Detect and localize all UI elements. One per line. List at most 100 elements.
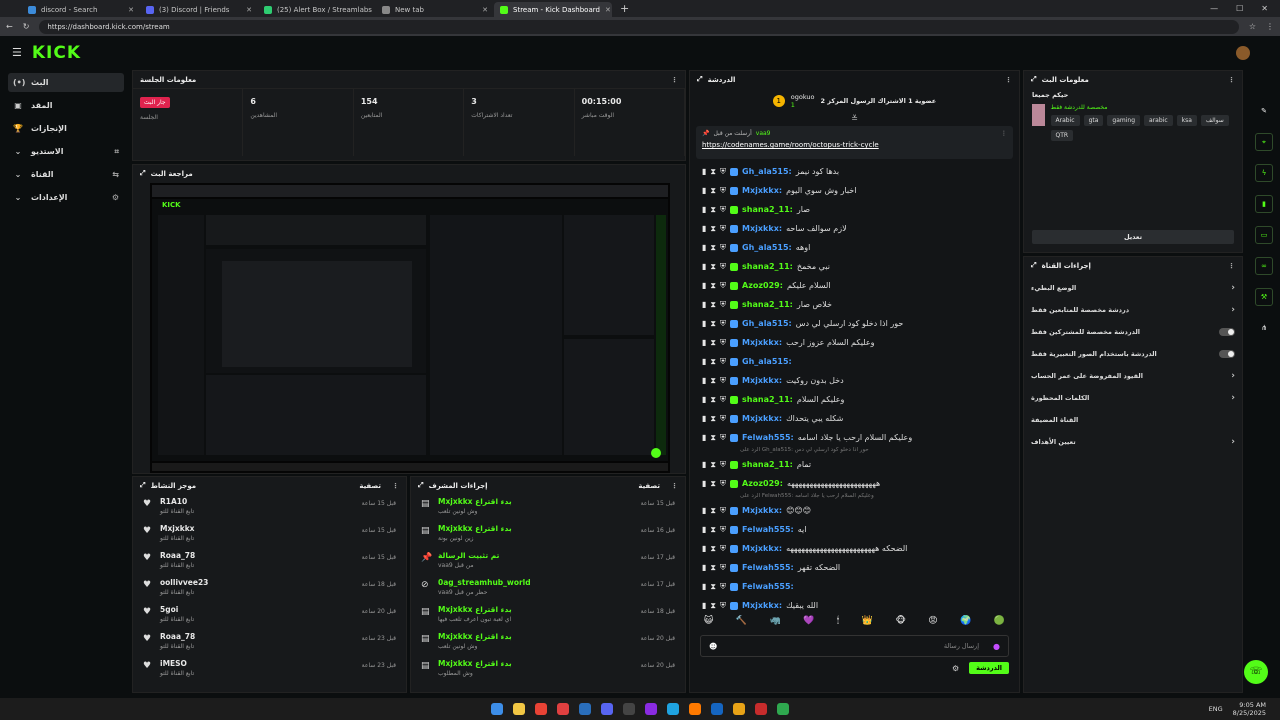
timeout-icon[interactable]: ⧗: [710, 433, 716, 443]
browser-tab[interactable]: Stream - Kick Dashboard ✕: [494, 2, 612, 17]
stream-tag[interactable]: gaming: [1107, 115, 1141, 126]
mod-tools-icon[interactable]: ▮: [702, 460, 706, 469]
edge-icon[interactable]: [667, 703, 679, 715]
mod-tools-icon[interactable]: ▮: [702, 601, 706, 610]
chat-username[interactable]: Mxjxkkx:: [742, 601, 782, 610]
maximize-icon[interactable]: ☐: [1236, 4, 1243, 13]
timeout-icon[interactable]: ⧗: [710, 395, 716, 405]
mod-tools-icon[interactable]: ▮: [702, 224, 706, 233]
sidebar-item[interactable]: ⌄ الاستديو ⌗: [8, 142, 124, 161]
chat-username[interactable]: shana2_11:: [742, 460, 793, 469]
mod-tools-icon[interactable]: ▮: [702, 479, 706, 488]
more-icon[interactable]: ⋮: [1228, 262, 1235, 270]
chevron-right-icon[interactable]: ›: [1231, 305, 1235, 315]
youtube-icon[interactable]: [557, 703, 569, 715]
stream-tag[interactable]: ksa: [1176, 115, 1197, 126]
language-indicator[interactable]: ENG: [1209, 705, 1223, 713]
chrome-icon[interactable]: [535, 703, 547, 715]
chat-username[interactable]: Mxjxkkx:: [742, 506, 782, 515]
emote-icon[interactable]: 🔨: [736, 616, 747, 626]
toggle-switch[interactable]: [1219, 328, 1235, 336]
mod-tools-icon[interactable]: ▮: [702, 205, 706, 214]
timeout-icon[interactable]: ⧗: [710, 582, 716, 592]
record-icon[interactable]: [755, 703, 767, 715]
activity-filter[interactable]: تصفية: [359, 482, 381, 490]
tab-close-icon[interactable]: ✕: [605, 6, 611, 14]
stream-preview-video[interactable]: KICK: [150, 183, 670, 473]
chat-username[interactable]: shana2_11:: [742, 262, 793, 271]
browser-tab[interactable]: (3) Discord | Friends ✕: [140, 2, 258, 17]
channel-action-row[interactable]: الكلمات المحظورة ›: [1024, 387, 1242, 409]
emote-icon[interactable]: 💜: [803, 616, 814, 626]
mic-icon[interactable]: ●: [993, 642, 1000, 651]
emoji-picker-icon[interactable]: ☻: [709, 642, 717, 651]
emote-icon[interactable]: 😺: [704, 616, 713, 626]
chat-message[interactable]: ▮ ⧗ ⛨ Gh_ala515: بدها كود نيمز: [690, 162, 1019, 181]
clock[interactable]: 9:05 AM 8/25/2025: [1233, 701, 1266, 717]
more-icon[interactable]: ⋮: [392, 482, 399, 490]
chat-message[interactable]: ▮ ⧗ ⛨ shana2_11: تمام: [690, 455, 1019, 474]
emote-icon[interactable]: 🟢: [994, 616, 1005, 626]
chat-message[interactable]: ▮ ⧗ ⛨ shana2_11: وعليكم السلام: [690, 390, 1019, 409]
xbox-icon[interactable]: [777, 703, 789, 715]
sidebar-item-action-icon[interactable]: ⇆: [112, 170, 119, 179]
chat-message[interactable]: ▮ ⧗ ⛨ Azoz029: ههههههههههههههههههههههههه: [690, 474, 1019, 493]
unpin-icon[interactable]: ⋮: [1001, 130, 1007, 137]
browser-tab[interactable]: (25) Alert Box / Streamlabs✕: [258, 2, 376, 17]
sidebar-item-action-icon[interactable]: ⌗: [114, 147, 119, 157]
emote-icon[interactable]: 🦏: [769, 616, 780, 626]
collapse-icon[interactable]: ⤢: [418, 481, 424, 490]
timeout-icon[interactable]: ⧗: [710, 186, 716, 196]
collapse-icon[interactable]: ⤢: [1031, 75, 1037, 84]
steam-icon[interactable]: [579, 703, 591, 715]
toggle-switch[interactable]: [1219, 350, 1235, 358]
chat-message[interactable]: ▮ ⧗ ⛨ Felwah555: وعليكم السلام ارحب يا جلاد …: [690, 428, 1019, 447]
mod-tools-icon[interactable]: ▮: [702, 357, 706, 366]
chat-username[interactable]: Gh_ala515:: [742, 357, 792, 366]
chat-message[interactable]: ▮ ⧗ ⛨ Gh_ala515: اوهه: [690, 238, 1019, 257]
chat-username[interactable]: Azoz029:: [742, 281, 783, 290]
star-icon[interactable]: ☆: [1249, 22, 1256, 31]
mod-tools-icon[interactable]: ▮: [702, 300, 706, 309]
vpn-icon[interactable]: [711, 703, 723, 715]
timeout-icon[interactable]: ⧗: [710, 544, 716, 554]
chat-message[interactable]: ▮ ⧗ ⛨ Mxjxkkx: شكله يبي يتحداك: [690, 409, 1019, 428]
timeout-icon[interactable]: ⧗: [710, 376, 716, 386]
sidebar-item[interactable]: (•) البث: [8, 73, 124, 92]
timeout-icon[interactable]: ⧗: [710, 262, 716, 272]
chat-username[interactable]: shana2_11:: [742, 395, 793, 404]
mod-tools-icon[interactable]: ▮: [702, 338, 706, 347]
chat-username[interactable]: Felwah555:: [742, 563, 794, 572]
mod-tools-icon[interactable]: ▮: [702, 243, 706, 252]
chevron-right-icon[interactable]: ›: [1231, 437, 1235, 447]
chat-username[interactable]: Gh_ala515:: [742, 243, 792, 252]
chat-message[interactable]: ▮ ⧗ ⛨ Mxjxkkx: لازم سوالف ساحه: [690, 219, 1019, 238]
timeout-icon[interactable]: ⧗: [710, 460, 716, 470]
chat-username[interactable]: shana2_11:: [742, 300, 793, 309]
timeout-icon[interactable]: ⧗: [710, 525, 716, 535]
chat-bubble-icon[interactable]: ▭: [1255, 226, 1273, 244]
mod-tools-icon[interactable]: ▮: [702, 525, 706, 534]
mod-tools-icon[interactable]: ▮: [702, 186, 706, 195]
collapse-icon[interactable]: ⤢: [697, 75, 703, 84]
timeout-icon[interactable]: ⧗: [710, 281, 716, 291]
mod-tools-icon[interactable]: ▮: [702, 506, 706, 515]
channel-action-row[interactable]: تعيين الأهداف ›: [1024, 431, 1242, 453]
edit-button[interactable]: تعديل: [1032, 230, 1234, 244]
collapse-icon[interactable]: ⤢: [1031, 261, 1037, 270]
chat-username[interactable]: Mxjxkkx:: [742, 224, 782, 233]
reload-icon[interactable]: ↻: [23, 22, 30, 31]
chevron-down-icon[interactable]: ≚: [690, 114, 1019, 124]
chat-message[interactable]: ▮ ⧗ ⛨ Mxjxkkx: دخل بدون روكيت: [690, 371, 1019, 390]
chat-username[interactable]: Felwah555:: [742, 525, 794, 534]
chat-message[interactable]: ▮ ⧗ ⛨ Mxjxkkx: وعليكم السلام عزوز ارحب: [690, 333, 1019, 352]
more-icon[interactable]: ⋮: [1005, 76, 1012, 84]
emote-icon[interactable]: 😡: [928, 616, 937, 626]
kick-logo[interactable]: KICK: [32, 43, 81, 63]
collapse-icon[interactable]: ⤢: [140, 481, 146, 490]
sidebar-item[interactable]: 🏆 الإنجازات: [8, 119, 124, 138]
obs-icon[interactable]: [645, 703, 657, 715]
timeout-icon[interactable]: ⧗: [710, 205, 716, 215]
chat-input[interactable]: إرسال رسالة: [944, 642, 979, 650]
browser-tab[interactable]: discord - Search ✕: [22, 2, 140, 17]
